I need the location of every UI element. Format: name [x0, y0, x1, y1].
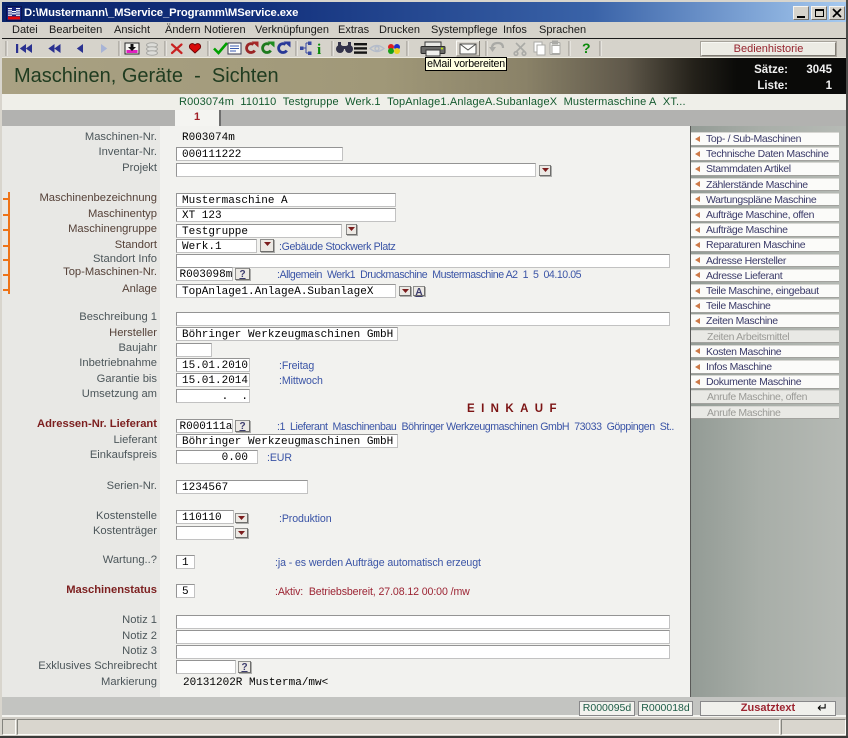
svg-text:?: ?: [582, 40, 591, 56]
svg-text:i: i: [317, 42, 321, 58]
